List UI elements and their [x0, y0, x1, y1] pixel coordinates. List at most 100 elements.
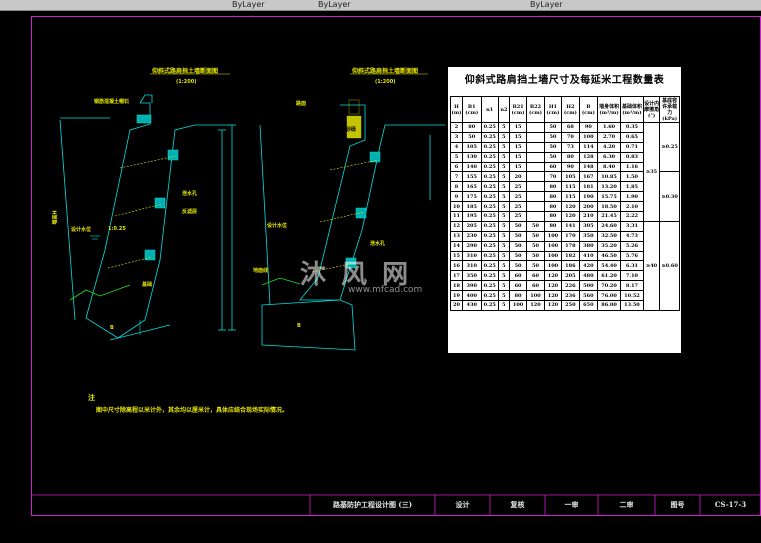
drawing-number-label: 图号	[670, 500, 685, 509]
table-cell: 5	[497, 122, 510, 133]
table-cell: 148	[578, 161, 599, 173]
table-cell: 6.30	[597, 151, 622, 163]
table-header-cell: B (cm)	[578, 96, 599, 123]
table-cell: 250	[561, 300, 580, 311]
table-cell: 155	[461, 171, 482, 183]
table-cell: 0.25	[480, 230, 499, 242]
table-cell: 50	[508, 250, 528, 262]
left-water-level	[90, 235, 141, 335]
table-cell: 60	[526, 270, 545, 282]
bearing-capacity-cell: ≥0.60	[659, 220, 680, 311]
table-cell: 480	[578, 270, 599, 282]
table-cell: 50	[526, 260, 545, 272]
table-cell: 7.10	[620, 270, 644, 282]
table-cell: 170	[561, 230, 580, 242]
table-cell: 15.75	[597, 191, 622, 203]
table-cell: 0.25	[480, 250, 499, 262]
table-cell: 205	[561, 270, 580, 282]
table-cell: 70.20	[597, 280, 622, 292]
table-cell: 128	[578, 151, 599, 163]
table-cell: 50	[508, 240, 528, 252]
table-cell: 90	[561, 161, 580, 173]
table-cell: 15	[508, 122, 528, 133]
table-cell: 130	[461, 151, 482, 163]
table-row: 2 80 0.25 5 15 50 68 90 1.60 0.35 ≥35 ≥0.25	[450, 121, 680, 222]
bearing-capacity-cell: ≥0.25	[659, 121, 680, 173]
table-cell: 73	[561, 141, 580, 153]
table-cell: 5	[497, 151, 510, 163]
table-cell: 5	[497, 280, 510, 292]
watermark-url: www.mfcad.com	[348, 285, 423, 295]
left-weep-holes	[136, 114, 179, 261]
table-cell: 305	[578, 220, 599, 232]
table-cell	[526, 141, 545, 153]
table-cell: 80	[508, 290, 528, 302]
backfill-label: 砂砾	[346, 127, 357, 133]
right-view-title: 仰斜式路肩挡土墙断面图	[352, 68, 419, 75]
notes-heading: 注	[88, 394, 95, 402]
table-cell: 5	[497, 230, 510, 242]
right-water-level-label: 设计水位	[267, 223, 288, 229]
table-cell: 80	[543, 191, 563, 203]
table-cell: 18.50	[597, 201, 622, 213]
table-cell: 5	[497, 201, 510, 213]
table-header-cell: H2 (cm)	[561, 96, 580, 123]
table-cell: 5	[497, 300, 510, 311]
table-cell: 0.25	[480, 191, 499, 203]
table-cell: 0.25	[480, 141, 499, 153]
table-cell: 3	[450, 131, 463, 143]
table-cell: 350	[578, 230, 599, 242]
table-cell: 420	[578, 260, 599, 272]
table-cell: 60	[508, 270, 528, 282]
table-cell: 76.00	[597, 290, 622, 302]
table-cell: 24.60	[597, 220, 622, 232]
table-cell: 100	[578, 131, 599, 143]
table-cell: 80	[561, 151, 580, 163]
table-cell: 0.25	[480, 171, 499, 183]
first-review-label: 一审	[564, 500, 579, 509]
table-header-cell: 设计内摩擦角 (°)	[642, 96, 661, 123]
table-cell: 50	[543, 151, 563, 163]
table-cell: 0.25	[480, 260, 499, 272]
reviewed-label: 复核	[510, 500, 525, 509]
table-cell: 120	[543, 280, 563, 292]
table-cell: 54.40	[597, 260, 622, 272]
bearing-capacity-cell: ≥0.30	[659, 171, 680, 222]
table-cell: 500	[578, 280, 599, 292]
table-cell: 16	[450, 260, 463, 272]
table-cell: 3.31	[620, 220, 644, 232]
table-cell: 17	[450, 270, 463, 282]
table-cell: 105	[561, 171, 580, 183]
water-level-label: 设计水位	[71, 227, 92, 233]
ground-line-label: 地面线	[253, 268, 269, 274]
table-cell: 0.25	[480, 270, 499, 282]
table-cell: 21.45	[597, 211, 622, 222]
table-cell: 5	[497, 181, 510, 193]
table-cell: 430	[461, 300, 482, 311]
table-cell: 46.50	[597, 250, 622, 262]
table-header-cell: 墙身体积 (m³/m)	[597, 96, 622, 123]
table-cell: 5	[497, 141, 510, 153]
table-cell: 18	[450, 280, 463, 292]
table-cell: 20	[508, 171, 528, 183]
table-cell: 35.20	[597, 240, 622, 252]
table-cell: 15	[508, 141, 528, 153]
table-cell: 165	[461, 181, 482, 193]
right-base-width-label: B	[297, 323, 301, 329]
quantity-table: H (m) B1 (cm) n1 n2 B21 (cm) B22 (cm) H1 (cm) H…	[450, 96, 680, 311]
table-cell	[526, 201, 545, 213]
table-cell: 0.25	[480, 151, 499, 163]
table-cell: 0.25	[480, 122, 499, 133]
table-cell: 50	[526, 250, 545, 262]
table-cell: 175	[461, 191, 482, 203]
table-cell: 5	[497, 270, 510, 282]
drawing-number: CS-17-3	[714, 500, 747, 509]
table-header-cell: B1 (cm)	[461, 96, 482, 123]
table-cell: 10.52	[620, 290, 644, 302]
table-cell: 8.40	[597, 161, 622, 173]
table-cell: 190	[578, 191, 599, 203]
table-cell: 86.00	[597, 300, 622, 311]
left-view-scale: (1:200)	[176, 79, 197, 85]
table-cell: 8	[450, 181, 463, 193]
table-cell: 0.25	[480, 290, 499, 302]
